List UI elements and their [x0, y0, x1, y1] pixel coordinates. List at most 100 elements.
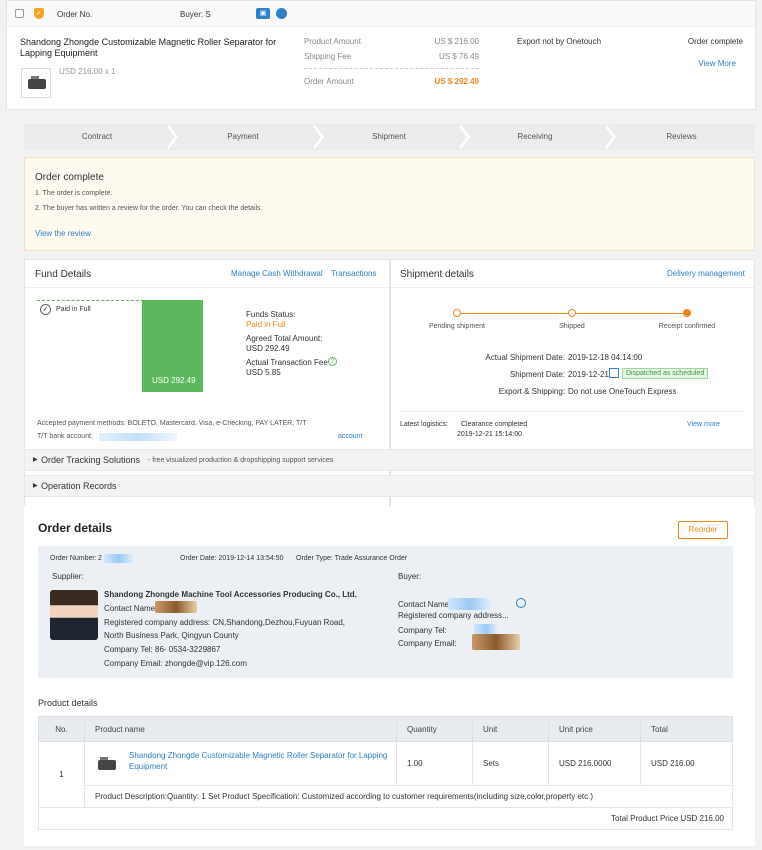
- col-product-name: Product name: [84, 716, 397, 742]
- contact-card-icon[interactable]: ▣: [256, 8, 270, 19]
- transaction-fee-label: Actual Transaction Fee: [246, 358, 328, 367]
- supplier-address-line-2: North Business Park, Qingyun County: [104, 631, 239, 640]
- table-row: 1 Shandong Zhongde Customizable Magnetic…: [38, 741, 733, 808]
- view-more-logistics-link[interactable]: View more: [687, 421, 720, 428]
- table-row-total: Total Product Price USD 216.00: [38, 807, 733, 830]
- order-card-header: ✓ Order No. Buyer: S ▣: [7, 1, 755, 27]
- product-details-title: Product details: [38, 698, 98, 708]
- product-thumbnail[interactable]: [21, 68, 51, 98]
- supplier-email: Company Email: zhongde@vip.126.com: [104, 659, 247, 668]
- step-receiving: Receiving: [517, 132, 553, 141]
- col-no: No.: [38, 716, 85, 742]
- fund-details-title: Fund Details: [35, 269, 92, 280]
- product-table: No. Product name Quantity Unit Unit pric…: [38, 716, 733, 830]
- buyer-address-label: Registered company address...: [398, 611, 509, 620]
- tracking-subtitle: - free visualized production & dropshipp…: [148, 457, 334, 464]
- order-amount-label: Order Amount: [304, 77, 354, 86]
- step-reviews: Reviews: [666, 132, 697, 141]
- shipment-date-value: 2019-12-21: [568, 370, 609, 379]
- row-unit-price: USD 216.0000: [548, 741, 641, 786]
- col-unit-price: Unit price: [548, 716, 641, 742]
- help-icon[interactable]: ?: [328, 357, 337, 366]
- transactions-link[interactable]: Transactions: [331, 269, 377, 278]
- step-contract: Contract: [81, 132, 113, 141]
- redacted-order-number: [104, 554, 134, 563]
- actual-date-value: 2019-12-18 04:14:00: [568, 353, 643, 362]
- order-amount: US $ 292.49: [434, 77, 479, 86]
- order-number-prefix: 2: [98, 555, 102, 562]
- notice-title: Order complete: [35, 172, 104, 183]
- order-checkbox[interactable]: [15, 9, 24, 18]
- product-amount-label: Product Amount: [304, 37, 361, 46]
- tracking-title: Order Tracking Solutions: [41, 455, 141, 465]
- product-thumbnail[interactable]: [95, 751, 119, 775]
- redacted-buyer-tel: [474, 624, 498, 634]
- redacted-contact-name: [155, 601, 197, 613]
- total-product-price-cell: Total Product Price USD 216.00: [38, 807, 733, 830]
- funds-status-label: Funds Status:: [246, 310, 296, 319]
- row-product-cell: Shandong Zhongde Customizable Magnetic R…: [84, 741, 397, 786]
- supplier-name[interactable]: Shandong Zhongde Machine Tool Accessorie…: [104, 590, 357, 599]
- supplier-address-line-1: Registered company address: CN,Shandong,…: [104, 618, 346, 627]
- amount-divider: [304, 68, 479, 69]
- order-status: Order complete: [687, 37, 743, 46]
- redacted-buyer-email: [472, 634, 520, 650]
- order-progress-block: Contract Payment Shipment Receiving Revi…: [24, 124, 755, 571]
- order-complete-notice: Order complete 1. The order is complete.…: [24, 157, 755, 251]
- logistics-status: Clearance completed: [461, 421, 528, 428]
- supplier-contact-label: Contact Name:: [104, 604, 158, 613]
- view-review-link[interactable]: View the review: [35, 229, 91, 238]
- step-payment: Payment: [227, 132, 259, 141]
- product-name-link[interactable]: Shandong Zhongde Customizable Magnetic R…: [129, 750, 391, 772]
- operation-records-title: Operation Records: [41, 481, 117, 491]
- dispatched-tag: Dispatched as scheduled: [622, 368, 709, 379]
- col-quantity: Quantity: [396, 716, 473, 742]
- order-number-label: Order Number:: [50, 555, 97, 562]
- total-product-price-value: USD 216.00: [680, 814, 724, 823]
- buyer-contact-label: Contact Name:: [398, 600, 452, 609]
- order-info-box: Order Number: 2 Order Date: 2019-12-14 1…: [38, 546, 733, 678]
- chat-icon[interactable]: [516, 598, 526, 608]
- step-shipment: Shipment: [372, 132, 406, 141]
- delivery-management-link[interactable]: Delivery management: [667, 269, 745, 278]
- transaction-fee-value: USD 5.85: [246, 368, 281, 377]
- calendar-icon[interactable]: [609, 368, 619, 378]
- latest-logistics-label: Latest logistics:: [400, 421, 448, 428]
- order-date: Order Date: 2019-12-14 13:54:50: [180, 555, 284, 562]
- row-unit: Sets: [472, 741, 549, 786]
- trade-assurance-icon: ✓: [34, 8, 44, 19]
- buyer-email-label: Company Email:: [398, 639, 457, 648]
- buyer-label: Buyer:: [398, 572, 422, 581]
- order-card: ✓ Order No. Buyer: S ▣ Shandong Zhongde …: [6, 0, 756, 110]
- table-row-description: Product Description:Quantity: 1 Set Prod…: [39, 785, 733, 808]
- shipping-fee-label: Shipping Fee: [304, 52, 352, 61]
- export-note: Export not by Onetouch: [517, 37, 602, 46]
- order-details-section: Order details Reorder Order Number: 2 Or…: [24, 506, 755, 846]
- product-title[interactable]: Shandong Zhongde Customizable Magnetic R…: [20, 37, 285, 59]
- shipment-details-title: Shipment details: [400, 269, 474, 280]
- order-tracking-row[interactable]: ▶ Order Tracking Solutions - free visual…: [24, 449, 755, 471]
- paid-in-full-label: Paid in Full: [56, 306, 91, 313]
- bank-account-label: T/T bank account:: [37, 433, 93, 440]
- expand-caret-icon: ▶: [33, 457, 38, 463]
- stage-confirmed-label: Receipt confirmed: [658, 323, 716, 330]
- col-unit: Unit: [472, 716, 549, 742]
- notice-line-2: 2. The buyer has written a review for th…: [35, 205, 263, 212]
- total-product-price-label: Total Product Price: [611, 814, 679, 823]
- stage-pending-label: Pending shipment: [428, 323, 486, 330]
- expand-caret-icon: ▶: [33, 483, 38, 489]
- shipment-date-label: Shipment Date:: [509, 370, 565, 379]
- chat-icon[interactable]: [276, 8, 287, 19]
- view-more-link[interactable]: View More: [647, 59, 736, 68]
- stage-dot-confirmed: [683, 309, 691, 317]
- export-shipping-label: Export & Shipping:: [498, 387, 565, 396]
- shipping-fee: US $ 76.49: [438, 52, 479, 61]
- supplier-label: Supplier:: [52, 572, 84, 581]
- manage-cash-withdrawal-link[interactable]: Manage Cash Withdrawal: [231, 269, 323, 278]
- order-details-title: Order details: [38, 521, 113, 535]
- account-link[interactable]: account: [338, 433, 363, 440]
- col-total: Total: [640, 716, 733, 742]
- operation-records-row[interactable]: ▶ Operation Records: [24, 475, 755, 497]
- stage-shipped-label: Shipped: [559, 323, 585, 330]
- reorder-button[interactable]: Reorder: [678, 521, 728, 539]
